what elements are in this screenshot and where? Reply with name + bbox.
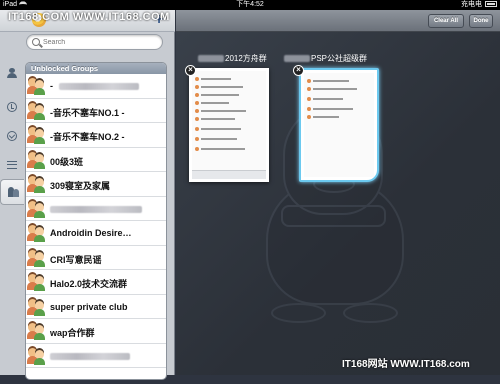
list-item[interactable]: Halo2.0技术交流群 xyxy=(26,270,166,295)
list-icon xyxy=(6,160,17,169)
chat-card[interactable] xyxy=(189,68,269,182)
list-item[interactable]: -音乐不塞车NO.2 - xyxy=(26,123,166,148)
close-icon[interactable]: × xyxy=(185,65,196,76)
redacted-text xyxy=(198,55,224,62)
status-time: 下午4:52 xyxy=(236,1,264,8)
status-bar: iPad 下午4:52 充电电 xyxy=(0,0,500,10)
group-avatar-icon xyxy=(27,322,45,340)
group-avatar-icon xyxy=(27,200,45,218)
list-header: Unblocked Groups xyxy=(26,63,166,74)
clock-icon xyxy=(6,101,17,112)
done-button[interactable]: Done xyxy=(469,14,493,28)
list-item-label: CRI写意民谣 xyxy=(50,254,102,265)
list-item[interactable]: - xyxy=(26,74,166,99)
list-item[interactable]: CRI写意民谣 xyxy=(26,245,166,270)
chat-input-bar xyxy=(192,170,266,179)
search-box[interactable] xyxy=(26,34,163,50)
search-input[interactable] xyxy=(43,37,158,47)
list-item[interactable]: 00级3班 xyxy=(26,147,166,172)
battery-icon xyxy=(485,1,497,7)
status-battery: 充电电 xyxy=(461,0,497,10)
group-avatar-icon xyxy=(27,175,45,193)
search-icon xyxy=(32,38,40,46)
group-list: Unblocked Groups - -音乐不塞车NO.1 - -音乐不塞车NO… xyxy=(25,62,167,380)
sidebar: + Unblocked Groups - -音乐不塞车NO.1 - -音乐不塞车… xyxy=(0,10,175,380)
list-item-label: 00级3班 xyxy=(50,156,84,167)
list-item-label: -音乐不塞车NO.2 - xyxy=(50,132,125,142)
card-title: 2012方舟群 xyxy=(198,53,267,64)
list-item[interactable]: super private club xyxy=(26,294,166,319)
top-toolbar: Clear All Done xyxy=(176,10,500,32)
tab-recent[interactable] xyxy=(3,98,20,115)
redacted-text xyxy=(50,205,142,213)
group-avatar-icon xyxy=(27,126,45,144)
tab-list[interactable] xyxy=(3,156,20,173)
list-item-label: -音乐不塞车NO.1 - xyxy=(50,107,125,118)
clear-all-button[interactable]: Clear All xyxy=(428,14,464,28)
list-item[interactable] xyxy=(26,343,166,368)
group-avatar-icon xyxy=(27,298,45,316)
group-icon xyxy=(7,187,19,197)
list-item-label: Halo2.0技术交流群 xyxy=(50,279,128,289)
watermark-bottom: IT168网站 WWW.IT168.com xyxy=(342,359,470,370)
list-item-label: Androidin Desire… xyxy=(50,228,132,238)
redacted-text xyxy=(50,352,130,360)
circle-check-icon xyxy=(6,130,17,141)
side-tab-bar xyxy=(0,54,24,384)
close-icon[interactable]: × xyxy=(293,65,304,76)
watermark-top: IT168.COM WWW.IT168.COM xyxy=(8,11,170,23)
group-avatar-icon xyxy=(27,224,45,242)
chat-switcher: Clear All Done 2012方舟群 PSP公社超级群 × × xyxy=(176,10,500,375)
tab-status[interactable] xyxy=(3,127,20,144)
list-item-label: super private club xyxy=(50,301,128,312)
list-item[interactable]: -音乐不塞车NO.1 - xyxy=(26,98,166,123)
group-avatar-icon xyxy=(27,249,45,267)
card-title: PSP公社超级群 xyxy=(284,53,367,64)
redacted-text xyxy=(59,83,139,90)
redacted-text xyxy=(284,55,310,62)
group-avatar-icon xyxy=(27,273,45,291)
group-avatar-icon xyxy=(27,151,45,169)
chat-preview xyxy=(304,73,374,177)
list-item-label: 309寝室及家属 xyxy=(50,181,111,191)
group-avatar-icon xyxy=(27,347,45,365)
list-item[interactable] xyxy=(26,196,166,221)
list-item-label: wap合作群 xyxy=(50,328,95,338)
chat-preview xyxy=(192,71,266,179)
person-icon xyxy=(6,67,17,78)
tab-contacts[interactable] xyxy=(3,64,20,81)
tab-groups[interactable] xyxy=(0,179,24,205)
list-item[interactable]: Androidin Desire… xyxy=(26,221,166,246)
group-avatar-icon xyxy=(27,102,45,120)
chat-card-selected[interactable] xyxy=(299,68,379,182)
list-item[interactable]: wap合作群 xyxy=(26,319,166,344)
group-avatar-icon xyxy=(27,77,45,95)
list-item[interactable]: 309寝室及家属 xyxy=(26,172,166,197)
